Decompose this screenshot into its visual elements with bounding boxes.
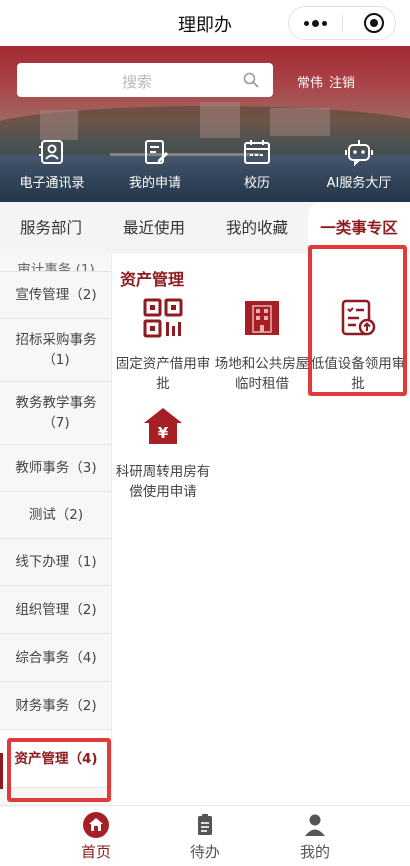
hero-banner: 搜索 常伟 注销 电子通讯录 我的申请 校历 AI服务大厅 bbox=[0, 46, 410, 202]
mini-program-capsule bbox=[288, 6, 396, 40]
sidebar-item-label: 宣传管理（2) bbox=[15, 287, 97, 303]
sidebar-item-audit[interactable]: 审计事务 (1) bbox=[0, 254, 111, 272]
sidebar-item-label: 招标采购事务（1) bbox=[15, 332, 97, 368]
bottom-navigation: 首页 待办 我的 bbox=[0, 805, 410, 866]
todo-clipboard-icon bbox=[198, 814, 212, 835]
sidebar-item-label: 财务事务（2) bbox=[15, 697, 97, 714]
highlight-box-sidebar bbox=[7, 738, 111, 802]
search-icon[interactable] bbox=[243, 72, 259, 88]
service-research-housing[interactable]: ¥ 科研周转用房有偿使用申请 bbox=[114, 406, 212, 502]
logout-link[interactable]: 注销 bbox=[329, 76, 355, 91]
svg-text:¥: ¥ bbox=[158, 424, 169, 442]
category-sidebar[interactable]: 审计事务 (1) 宣传管理（2) 招标采购事务（1) 教务教学事务（7) 教师事… bbox=[0, 254, 112, 805]
sidebar-item-label: 综合事务（4) bbox=[15, 649, 97, 666]
sidebar-item-label: 线下办理（1) bbox=[15, 554, 97, 570]
application-edit-icon bbox=[145, 140, 168, 164]
quick-link-school-calendar[interactable]: 校历 bbox=[202, 138, 312, 191]
service-label: 科研周转用房有偿使用申请 bbox=[115, 464, 211, 500]
nav-label: 我的 bbox=[299, 843, 330, 861]
active-indicator bbox=[0, 753, 3, 789]
search-input[interactable]: 搜索 bbox=[17, 63, 273, 97]
quick-link-label: 校历 bbox=[243, 176, 270, 191]
sidebar-item-label: 组织管理（2) bbox=[15, 601, 97, 618]
nav-todo[interactable]: 待办 bbox=[165, 812, 245, 862]
sidebar-item-label: 审计事务 (1) bbox=[17, 262, 95, 272]
highlight-box-service bbox=[308, 245, 407, 396]
building-icon bbox=[245, 301, 279, 335]
quick-links: 电子通讯录 我的申请 校历 AI服务大厅 bbox=[0, 138, 410, 198]
more-options-icon[interactable] bbox=[289, 7, 342, 39]
service-fixed-asset-borrowing[interactable]: 固定资产借用审批 bbox=[114, 298, 212, 394]
sidebar-item-teacher-affairs[interactable]: 教师事务（3) bbox=[0, 445, 111, 492]
tab-my-favorites[interactable]: 我的收藏 bbox=[206, 202, 308, 254]
nav-profile[interactable]: 我的 bbox=[275, 812, 355, 862]
calendar-icon bbox=[244, 140, 270, 164]
quick-link-contacts[interactable]: 电子通讯录 bbox=[0, 138, 107, 191]
nav-home[interactable]: 首页 bbox=[56, 812, 136, 862]
capsule-divider bbox=[342, 15, 343, 31]
qr-asset-icon bbox=[143, 298, 183, 338]
sidebar-item-publicity[interactable]: 宣传管理（2) bbox=[0, 272, 111, 319]
home-icon bbox=[83, 812, 109, 838]
quick-link-my-applications[interactable]: 我的申请 bbox=[100, 138, 210, 191]
sidebar-item-label: 教务教学事务（7) bbox=[15, 395, 97, 431]
sidebar-item-finance[interactable]: 财务事务（2) bbox=[0, 682, 111, 730]
quick-link-label: 电子通讯录 bbox=[19, 176, 85, 191]
tab-service-departments[interactable]: 服务部门 bbox=[0, 202, 102, 254]
search-placeholder: 搜索 bbox=[121, 73, 152, 91]
sidebar-item-teaching-affairs[interactable]: 教务教学事务（7) bbox=[0, 382, 111, 445]
nav-label: 首页 bbox=[80, 843, 111, 861]
user-area: 常伟 注销 bbox=[297, 72, 361, 91]
contacts-card-icon bbox=[39, 140, 63, 164]
quick-link-label: 我的申请 bbox=[128, 176, 181, 191]
ai-robot-icon bbox=[345, 140, 373, 166]
nav-label: 待办 bbox=[189, 843, 220, 861]
user-name: 常伟 bbox=[297, 76, 324, 91]
service-label: 场地和公共房屋临时租借 bbox=[214, 356, 310, 392]
service-label: 固定资产借用审批 bbox=[115, 356, 211, 392]
profile-icon bbox=[305, 814, 325, 836]
tab-recently-used[interactable]: 最近使用 bbox=[102, 202, 206, 254]
quick-link-label: AI服务大厅 bbox=[326, 176, 392, 191]
house-yuan-icon: ¥ bbox=[144, 408, 182, 444]
sidebar-item-label: 测试（2) bbox=[28, 507, 84, 523]
service-venue-rental[interactable]: 场地和公共房屋临时租借 bbox=[213, 298, 311, 394]
close-mini-program-icon[interactable] bbox=[364, 13, 384, 33]
quick-link-ai-service-hall[interactable]: AI服务大厅 bbox=[304, 138, 410, 191]
sidebar-item-procurement[interactable]: 招标采购事务（1) bbox=[0, 319, 111, 382]
sidebar-item-offline[interactable]: 线下办理（1) bbox=[0, 539, 111, 586]
sidebar-item-general-affairs[interactable]: 综合事务（4) bbox=[0, 634, 111, 682]
sidebar-item-label: 教师事务（3) bbox=[15, 460, 97, 476]
sidebar-item-organization[interactable]: 组织管理（2) bbox=[0, 586, 111, 634]
sidebar-item-test[interactable]: 测试（2) bbox=[0, 492, 111, 539]
title-bar: 理即办 bbox=[0, 0, 410, 46]
section-title: 资产管理 bbox=[120, 270, 185, 289]
